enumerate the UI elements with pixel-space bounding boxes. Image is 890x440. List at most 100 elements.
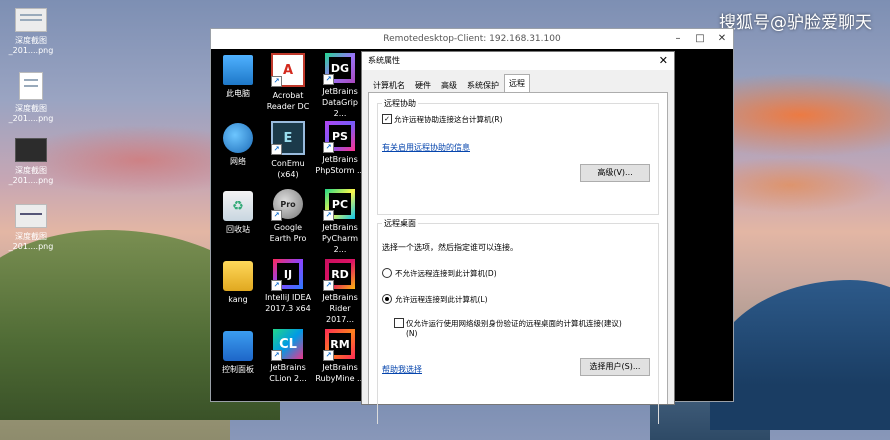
close-button[interactable]: ✕ [711,29,733,49]
google-earth-icon: Pro ↗ [271,189,303,221]
icon-label: 网络 [230,157,246,166]
radio-selected-icon [382,294,392,304]
remote-desktop-instruction: 选择一个选项，然后指定谁可以连接。 [382,243,518,252]
allow-remote-assistance-checkbox[interactable]: ✓ 允许远程协助连接这台计算机(R) [382,114,503,125]
remote-assistance-info-link[interactable]: 有关启用远程协助的信息 [382,142,470,153]
screenshot-thumbnail-icon [15,138,47,162]
this-pc-shortcut[interactable]: 此电脑 [213,55,263,99]
radio-label: 不允许远程连接到此计算机(D) [395,269,497,278]
remote-assistance-group: 远程协助 ✓ 允许远程协助连接这台计算机(R) 有关启用远程协助的信息 高级(V… [377,98,659,215]
help-me-choose-link[interactable]: 帮助我选择 [382,364,422,375]
checkbox-label: 允许远程协助连接这台计算机(R) [394,115,503,124]
shortcut-arrow-icon: ↗ [271,350,282,361]
remote-desktop-window: Remotedesktop-Client: 192.168.31.100 – □… [210,28,734,424]
clion-shortcut[interactable]: CL ↗ JetBrains CLion 2... [263,329,313,384]
shortcut-arrow-icon: ↗ [271,76,282,87]
file-name: 深度截图 [15,166,47,175]
icon-label: ConEmu [271,159,305,168]
phpstorm-shortcut[interactable]: PS ↗ JetBrains PhpStorm ... [315,121,365,176]
file-name-ext: _201....png [8,46,54,55]
intellij-icon: IJ ↗ [271,259,303,291]
icon-label: DataGrip 2... [322,98,358,118]
control-panel-icon [223,331,253,361]
remote-tab-panel: 远程协助 ✓ 允许远程协助连接这台计算机(R) 有关启用远程协助的信息 高级(V… [368,92,668,424]
desktop-file-icon[interactable]: 深度截图 _201....png [8,204,54,252]
icon-label: Google [273,223,303,232]
checkbox-checked-icon: ✓ [382,114,392,124]
screenshot-thumbnail-icon [15,204,47,228]
icon-label: JetBrains [270,363,306,372]
icon-label: JetBrains [322,155,358,164]
deny-remote-connections-radio[interactable]: 不允许远程连接到此计算机(D) [382,268,497,279]
dialog-title: 系统属性 [368,56,400,65]
dialog-titlebar[interactable]: 系统属性 ✕ [362,52,674,70]
icon-label: 此电脑 [226,89,250,98]
acrobat-reader-shortcut[interactable]: A ↗ Acrobat Reader DC [263,53,313,112]
recycle-bin-icon: ♻ [223,191,253,221]
desktop-file-icon[interactable]: 深度截图 _201....png [8,72,54,124]
phpstorm-icon: PS ↗ [323,121,355,153]
checkbox-label-shortcut: (N) [406,329,418,338]
advanced-button[interactable]: 高级(V)... [580,164,650,182]
rubymine-shortcut[interactable]: RM ↗ JetBrains RubyMine ... [315,329,365,384]
dialog-close-button[interactable]: ✕ [659,52,668,70]
remote-desktop-group: 远程桌面 选择一个选项，然后指定谁可以连接。 不允许远程连接到此计算机(D) 允… [377,218,659,424]
icon-label: 回收站 [226,225,250,234]
rdp-titlebar[interactable]: Remotedesktop-Client: 192.168.31.100 – □… [211,29,733,49]
file-name: 深度截图 [15,104,47,113]
icon-label: IntelliJ IDEA [264,293,312,302]
system-properties-dialog: 系统属性 ✕ 计算机名 硬件 高级 系统保护 远程 远程协助 ✓ 允许远程协助连… [361,51,675,424]
intellij-idea-shortcut[interactable]: IJ ↗ IntelliJ IDEA 2017.3 x64 [263,259,313,314]
tab-remote[interactable]: 远程 [504,74,530,94]
minimize-button[interactable]: – [667,29,689,49]
background-mountain [710,280,890,430]
select-users-button[interactable]: 选择用户(S)... [580,358,650,376]
file-name: 深度截图 [15,36,47,45]
icon-label: JetBrains [322,363,358,372]
network-shortcut[interactable]: 网络 [213,123,263,167]
google-earth-shortcut[interactable]: Pro ↗ Google Earth Pro [263,189,313,244]
radio-unselected-icon [382,268,392,278]
pycharm-shortcut[interactable]: PC ↗ JetBrains PyCharm 2... [315,189,365,255]
shortcut-arrow-icon: ↗ [323,280,334,291]
nla-only-checkbox[interactable]: 仅允许运行使用网络级别身份验证的远程桌面的计算机连接(建议) (N) [394,318,634,338]
icon-label: 控制面板 [222,365,254,374]
desktop-file-icon[interactable]: 深度截图 _201....png [8,138,54,186]
screenshot-thumbnail-icon [19,72,43,100]
file-name-ext: _201....png [8,176,54,185]
checkbox-unchecked-icon [394,318,404,328]
file-name-ext: _201....png [8,242,54,251]
icon-label: Reader DC [266,102,310,111]
rdp-title: Remotedesktop-Client: 192.168.31.100 [383,34,561,44]
icon-label: Rider 2017... [326,304,354,324]
shortcut-arrow-icon: ↗ [323,350,334,361]
shortcut-arrow-icon: ↗ [271,144,282,155]
icon-label: CLion 2... [269,374,307,383]
control-panel-shortcut[interactable]: 控制面板 [213,331,263,375]
allow-remote-connections-radio[interactable]: 允许远程连接到此计算机(L) [382,294,488,305]
recycle-bin-shortcut[interactable]: ♻ 回收站 [213,191,263,235]
shortcut-arrow-icon: ↗ [323,142,334,153]
tab-bar: 计算机名 硬件 高级 系统保护 远程 [362,70,674,94]
datagrip-icon: DG ↗ [323,53,355,85]
icon-label: Acrobat [272,91,304,100]
shortcut-arrow-icon: ↗ [323,74,334,85]
icon-label: PyCharm 2... [321,234,359,254]
datagrip-shortcut[interactable]: DG ↗ JetBrains DataGrip 2... [315,53,365,119]
icon-label: 2017.3 x64 [265,304,311,313]
file-name-ext: _201....png [8,114,54,123]
icon-label: JetBrains [322,293,358,302]
desktop-file-icon[interactable]: 深度截图 _201....png [8,8,54,56]
rider-icon: RD ↗ [323,259,355,291]
user-folder-icon [223,261,253,291]
rider-shortcut[interactable]: RD ↗ JetBrains Rider 2017... [315,259,365,325]
watermark: 搜狐号@驴脸爱聊天 [719,13,872,33]
user-folder-shortcut[interactable]: kang [213,261,263,305]
pycharm-icon: PC ↗ [323,189,355,221]
group-title: 远程桌面 [382,218,418,229]
maximize-button[interactable]: □ [689,29,711,49]
conemu-shortcut[interactable]: E ↗ ConEmu (x64) [263,121,313,180]
file-name: 深度截图 [15,232,47,241]
screenshot-thumbnail-icon [15,8,47,32]
icon-label: JetBrains [322,87,358,96]
